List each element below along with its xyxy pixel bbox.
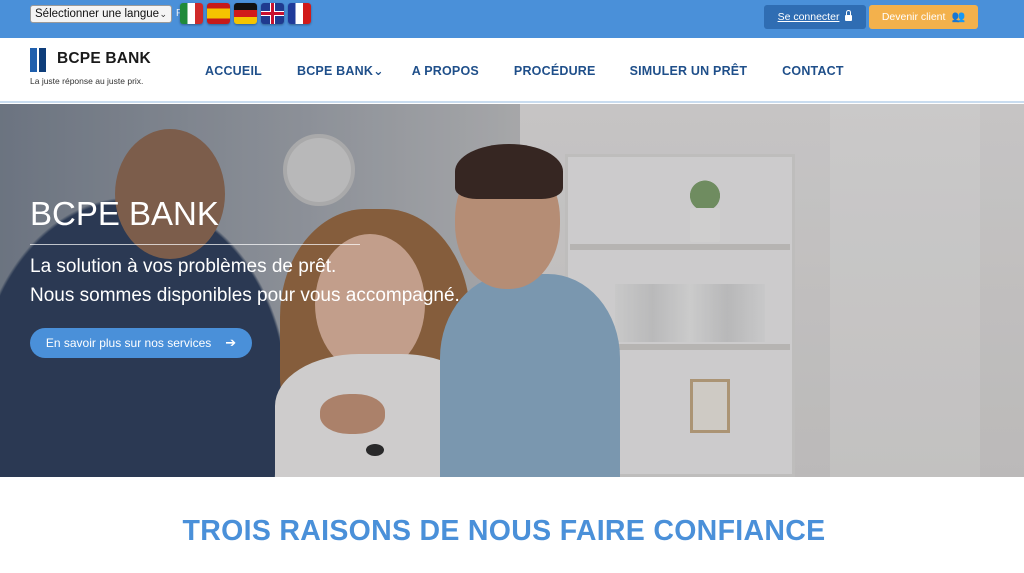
hero-banner: BCPE BANK La solution à vos problèmes de… (0, 104, 1024, 477)
flag-english-icon[interactable] (261, 3, 284, 24)
nav-item-accueil[interactable]: ACCUEIL (205, 64, 262, 78)
language-flags (180, 3, 311, 24)
become-client-button[interactable]: Devenir client 👥 (869, 5, 978, 29)
flag-italian-icon[interactable] (180, 3, 203, 24)
top-bar: Sélectionner une langue ⌄ F Se connecter… (0, 0, 1024, 38)
chevron-down-icon: ⌄ (159, 8, 167, 19)
main-navbar: BCPE BANK La juste réponse au juste prix… (0, 38, 1024, 103)
arrow-right-icon: ➔ (225, 335, 237, 350)
nav-item-procedure[interactable]: PROCÉDURE (514, 64, 596, 78)
users-icon: 👥 (951, 10, 966, 23)
lock-icon (845, 10, 853, 21)
hero-subtitle-line-2: Nous sommes disponibles pour vous accomp… (30, 285, 460, 306)
hero-subtitle-line-1: La solution à vos problèmes de prêt. (30, 256, 337, 277)
flag-french-icon[interactable] (288, 3, 311, 24)
flag-spanish-icon[interactable] (207, 3, 230, 24)
section-title: TROIS RAISONS DE NOUS FAIRE CONFIANCE (182, 515, 826, 547)
login-button-label: Se connecter (777, 11, 840, 23)
nav-item-a-propos[interactable]: A PROPOS (412, 64, 479, 78)
learn-more-label: En savoir plus sur nos services (45, 336, 212, 350)
brand-tagline: La juste réponse au juste prix. (30, 76, 144, 86)
flag-german-icon[interactable] (234, 3, 257, 24)
chevron-down-icon: ⌄ (373, 64, 384, 78)
learn-more-button[interactable]: En savoir plus sur nos services ➔ (30, 328, 252, 358)
nav-item-simuler-pret[interactable]: SIMULER UN PRÊT (630, 64, 748, 78)
nav-item-bcpe-bank[interactable]: BCPE BANK (297, 64, 373, 78)
brand-name: BCPE BANK (57, 50, 151, 67)
language-select-label: Sélectionner une langue (35, 8, 160, 20)
hero-divider (30, 244, 360, 245)
hero-title: BCPE BANK (30, 195, 219, 232)
login-button[interactable]: Se connecter (764, 5, 866, 29)
nav-menu: ACCUEIL BCPE BANK ⌄ A PROPOS PROCÉDURE S… (205, 38, 844, 103)
language-select[interactable]: Sélectionner une langue ⌄ (30, 5, 172, 23)
nav-item-contact[interactable]: CONTACT (782, 64, 844, 78)
become-client-label: Devenir client (881, 11, 946, 23)
bank-logo-icon (30, 48, 54, 72)
